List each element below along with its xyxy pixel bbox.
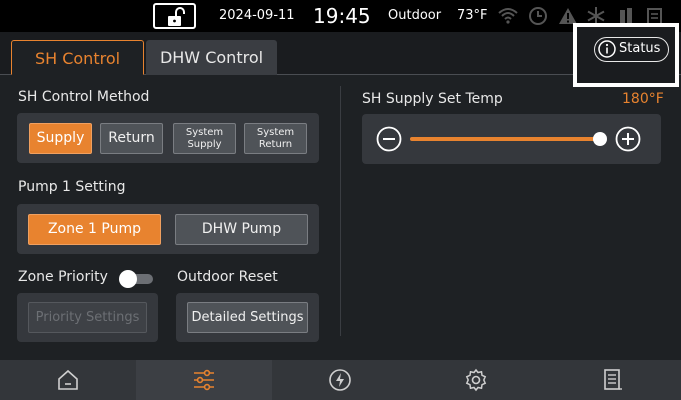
- unlocked-padlock-icon: [168, 7, 185, 26]
- supply-temp-slider-track[interactable]: [410, 137, 600, 141]
- supply-set-temp-label: SH Supply Set Temp: [362, 91, 503, 107]
- dhw-pump-button[interactable]: DHW Pump: [175, 214, 308, 245]
- system-supply-line1: System: [185, 127, 224, 138]
- zone-priority-label: Zone Priority: [18, 269, 108, 285]
- minus-circle-icon[interactable]: [376, 126, 402, 152]
- pump-setting-panel: Zone 1 Pump DHW Pump: [17, 204, 319, 254]
- outdoor-reset-label: Outdoor Reset: [177, 269, 278, 285]
- system-supply-button[interactable]: System Supply: [173, 123, 236, 154]
- nav-home[interactable]: [0, 360, 136, 400]
- home-icon: [58, 369, 78, 390]
- control-method-panel: Supply Return System Supply System Retur…: [17, 113, 319, 163]
- sliders-icon: [194, 369, 214, 391]
- nav-controls[interactable]: [136, 360, 272, 400]
- plus-circle-icon[interactable]: [615, 126, 641, 152]
- nav-log[interactable]: [544, 360, 680, 400]
- sh-control-method-label: SH Control Method: [18, 89, 150, 105]
- system-supply-line2: Supply: [187, 139, 222, 150]
- status-button-label: Status: [619, 41, 661, 56]
- supply-temp-slider-panel: [362, 114, 661, 164]
- outdoor-label: Outdoor: [388, 8, 442, 23]
- outdoor-temp: 73°F: [457, 8, 488, 23]
- return-button[interactable]: Return: [100, 123, 163, 154]
- info-icon: [598, 40, 616, 58]
- nav-power[interactable]: [272, 360, 408, 400]
- clock-icon: [529, 7, 547, 25]
- tab-dhw-control[interactable]: DHW Control: [146, 40, 277, 75]
- system-return-line1: System: [256, 127, 295, 138]
- date-display: 2024-09-11: [219, 8, 295, 23]
- column-divider: [340, 86, 341, 336]
- supply-temp-slider-knob[interactable]: [593, 132, 607, 146]
- detailed-settings-button[interactable]: Detailed Settings: [187, 302, 308, 333]
- gear-icon: [465, 368, 487, 392]
- wifi-icon: [498, 8, 518, 24]
- priority-settings-button[interactable]: Priority Settings: [28, 302, 147, 333]
- tab-sh-control[interactable]: SH Control: [11, 40, 144, 75]
- nav-settings[interactable]: [408, 360, 544, 400]
- lock-button[interactable]: [153, 3, 196, 29]
- status-button[interactable]: Status: [594, 37, 669, 62]
- supply-set-temp-value: 180°F: [622, 91, 664, 107]
- system-return-button[interactable]: System Return: [244, 123, 307, 154]
- power-icon: [329, 369, 351, 391]
- outdoor-reset-panel: Detailed Settings: [176, 293, 319, 342]
- toggle-knob: [119, 270, 137, 288]
- priority-settings-panel: Priority Settings: [17, 293, 158, 342]
- time-display: 19:45: [313, 4, 371, 28]
- pump-setting-label: Pump 1 Setting: [18, 179, 126, 195]
- bottom-nav: [0, 360, 681, 400]
- document-icon: [604, 369, 622, 390]
- zone-1-pump-button[interactable]: Zone 1 Pump: [28, 214, 161, 245]
- status-highlight-box: Status: [573, 23, 679, 87]
- zone-priority-toggle[interactable]: [119, 270, 153, 288]
- supply-button[interactable]: Supply: [29, 123, 92, 154]
- system-return-line2: Return: [258, 139, 293, 150]
